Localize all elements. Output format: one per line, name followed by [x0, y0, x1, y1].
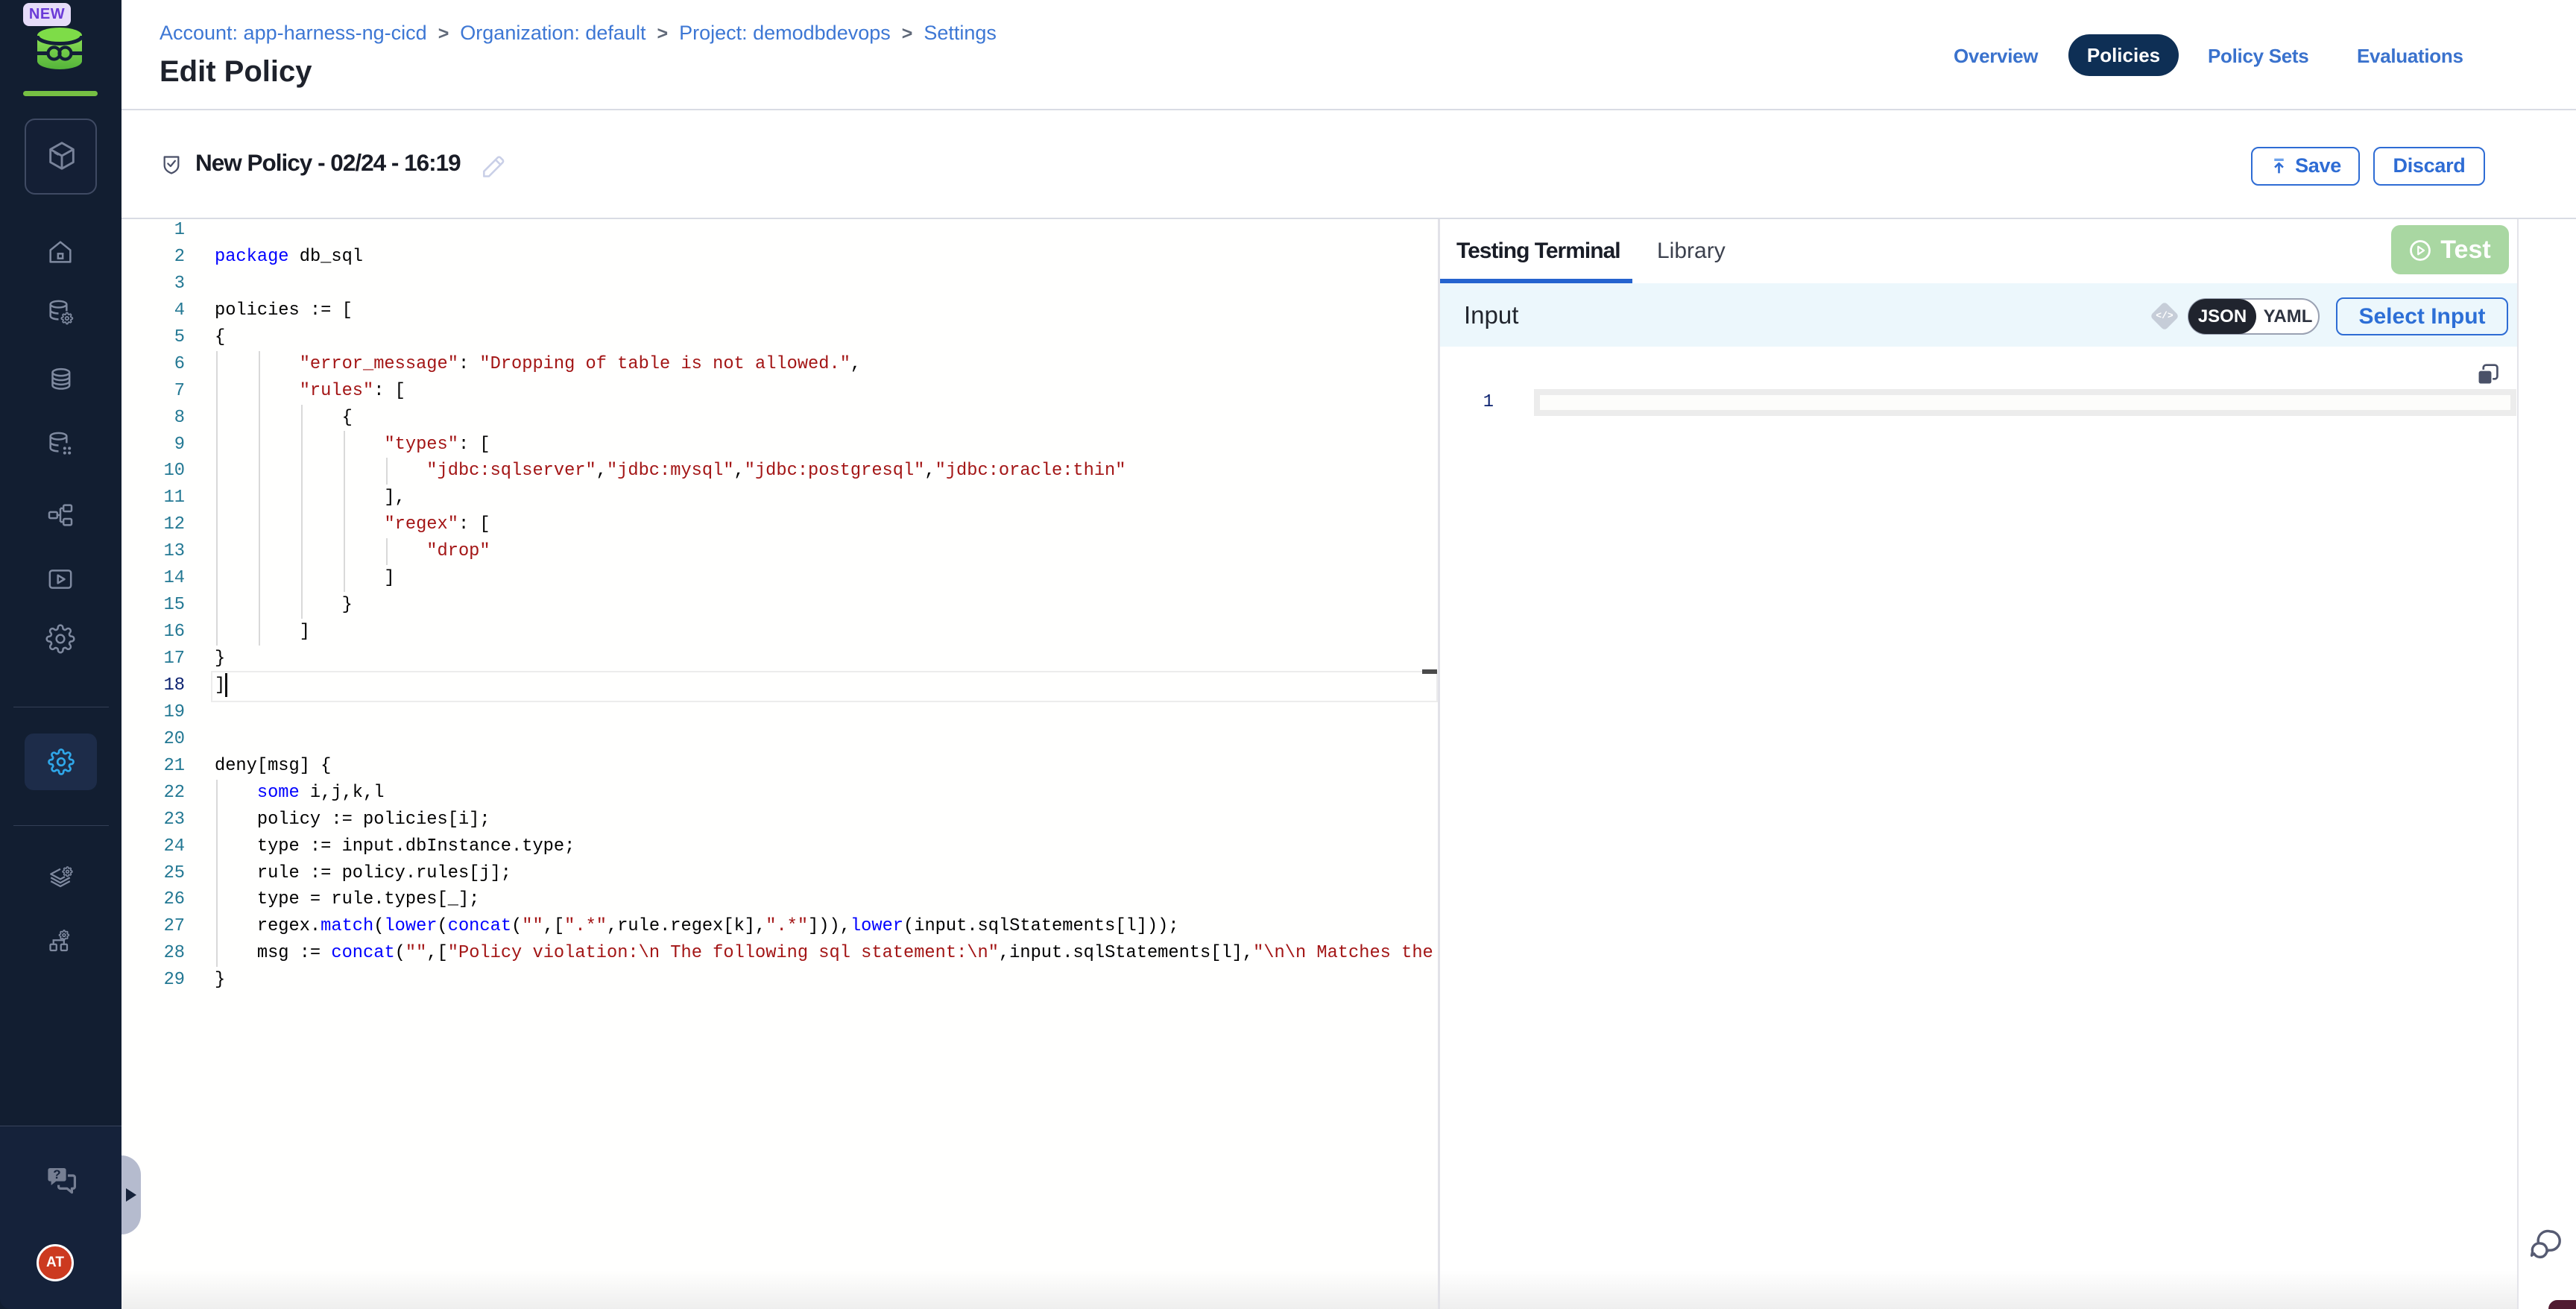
svg-text:?: ? [53, 1167, 60, 1182]
